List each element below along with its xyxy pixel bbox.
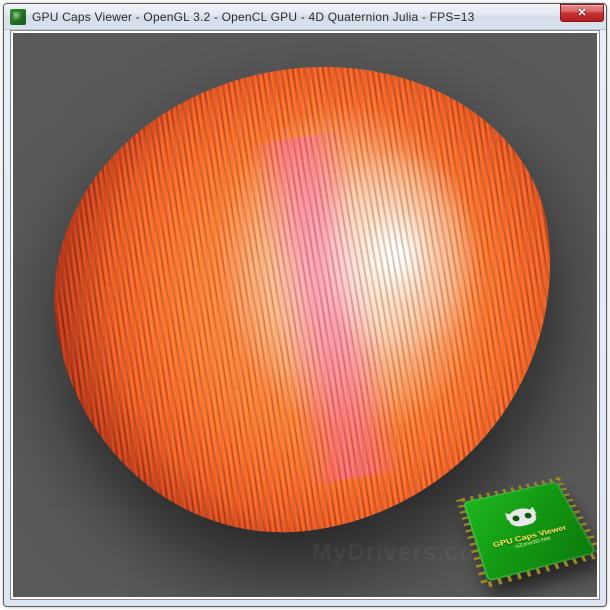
close-button[interactable]: ✕ (560, 4, 604, 22)
window-title: GPU Caps Viewer - OpenGL 3.2 - OpenCL GP… (32, 10, 560, 24)
titlebar[interactable]: GPU Caps Viewer - OpenGL 3.2 - OpenCL GP… (4, 4, 606, 30)
app-window: GPU Caps Viewer - OpenGL 3.2 - OpenCL GP… (3, 3, 607, 607)
app-icon (10, 9, 26, 25)
app-badge: GPU Caps Viewer oZone3D.Net (473, 473, 579, 579)
client-area-frame: MyDrivers.com GPU Caps Viewer oZone3D.Ne… (10, 30, 600, 600)
chip-icon: GPU Caps Viewer oZone3D.Net (463, 481, 597, 582)
close-icon: ✕ (577, 6, 586, 19)
opengl-viewport[interactable]: MyDrivers.com GPU Caps Viewer oZone3D.Ne… (13, 33, 597, 597)
